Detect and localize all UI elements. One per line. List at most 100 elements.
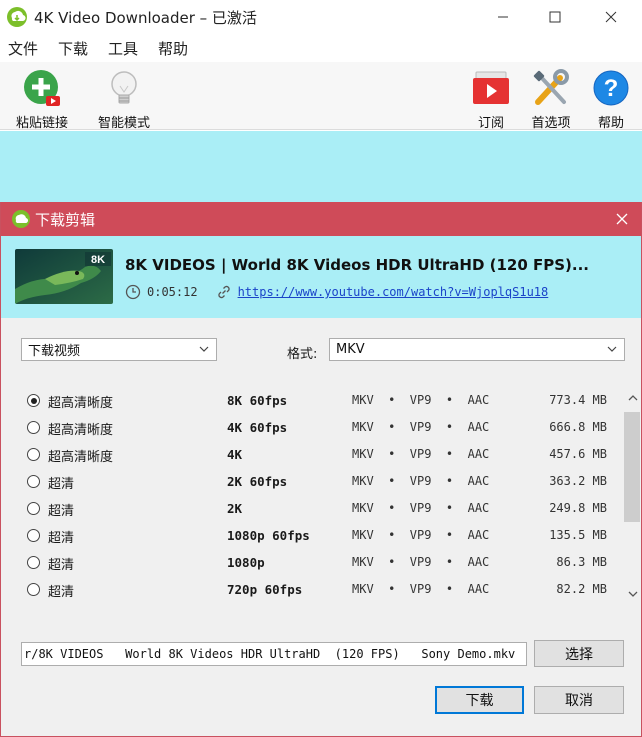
wrench-screwdriver-icon <box>533 69 569 105</box>
size-label: 82.2 MB <box>556 582 607 596</box>
quality-radio[interactable] <box>27 502 40 515</box>
codec-label: MKV • VP9 • AAC <box>352 555 490 569</box>
resolution-label: 8K 60fps <box>227 393 288 408</box>
subscribe-label: 订阅 <box>477 116 504 131</box>
quality-radio[interactable] <box>27 475 40 488</box>
video-title: 8K VIDEOS | World 8K Videos HDR UltraHD … <box>125 256 589 274</box>
size-label: 457.6 MB <box>549 447 607 461</box>
scroll-up-icon[interactable] <box>625 392 641 404</box>
menu-file[interactable]: 文件 <box>8 38 38 59</box>
preferences-button[interactable]: 首选项 <box>519 68 583 131</box>
video-meta: 0:05:12 https://www.youtube.com/watch?v=… <box>125 284 548 300</box>
minimize-button[interactable] <box>480 0 526 34</box>
quality-label: 超高清晰度 <box>48 423 114 438</box>
subscribe-button[interactable]: 订阅 <box>459 68 523 131</box>
codec-label: MKV • VP9 • AAC <box>352 420 490 434</box>
quality-radio[interactable] <box>27 556 40 569</box>
format-select[interactable]: MKV <box>329 338 625 361</box>
resolution-label: 720p 60fps <box>227 582 303 597</box>
help-icon: ? <box>593 70 629 106</box>
action-select[interactable]: 下载视频 <box>21 338 217 361</box>
app-logo-icon <box>12 210 30 228</box>
quality-list: 超高清晰度 8K 60fps MKV • VP9 • AAC 773.4 MB … <box>17 382 641 604</box>
action-select-value: 下载视频 <box>28 344 81 359</box>
quality-row[interactable]: 超清 720p 60fps MKV • VP9 • AAC 82.2 MB <box>17 576 607 603</box>
size-label: 666.8 MB <box>549 420 607 434</box>
format-select-value: MKV <box>336 342 365 357</box>
quality-radio[interactable] <box>27 583 40 596</box>
quality-row[interactable]: 超清 1080p MKV • VP9 • AAC 86.3 MB <box>17 549 607 576</box>
codec-label: MKV • VP9 • AAC <box>352 582 490 596</box>
cancel-button[interactable]: 取消 <box>534 686 624 714</box>
video-thumbnail: 8K <box>15 249 113 304</box>
codec-label: MKV • VP9 • AAC <box>352 447 490 461</box>
dialog-close-button[interactable] <box>611 208 633 230</box>
preferences-label: 首选项 <box>531 116 571 131</box>
format-label: 格式: <box>287 347 318 362</box>
close-button[interactable] <box>588 0 634 34</box>
paste-link-button[interactable]: 粘贴链接 <box>10 68 74 131</box>
paste-link-label: 粘贴链接 <box>15 116 68 131</box>
quality-radio[interactable] <box>27 448 40 461</box>
save-path-input[interactable]: r/8K VIDEOS World 8K Videos HDR UltraHD … <box>21 642 527 666</box>
help-label: 帮助 <box>597 116 624 131</box>
size-label: 363.2 MB <box>549 474 607 488</box>
quality-row[interactable]: 超高清晰度 4K 60fps MKV • VP9 • AAC 666.8 MB <box>17 414 607 441</box>
smart-mode-button[interactable]: 智能模式 <box>92 68 156 131</box>
minimize-icon <box>498 16 508 18</box>
quality-label: 超清 <box>48 531 75 546</box>
codec-label: MKV • VP9 • AAC <box>352 501 490 515</box>
downloads-area <box>0 131 642 203</box>
size-label: 249.8 MB <box>549 501 607 515</box>
quality-row[interactable]: 超清 1080p 60fps MKV • VP9 • AAC 135.5 MB <box>17 522 607 549</box>
lightbulb-icon <box>111 71 137 104</box>
resolution-label: 2K <box>227 501 243 516</box>
maximize-button[interactable] <box>532 0 578 34</box>
menu-help[interactable]: 帮助 <box>158 38 188 59</box>
size-label: 86.3 MB <box>556 555 607 569</box>
scrollbar-thumb[interactable] <box>624 412 640 522</box>
svg-text:?: ? <box>604 75 619 102</box>
title-bar: 4K Video Downloader – 已激活 <box>0 0 642 34</box>
video-info-panel: 8K 8K VIDEOS | World 8K Videos HDR Ultra… <box>1 236 641 318</box>
toolbar: 粘贴链接 智能模式 订阅 首选项 ? 帮助 <box>0 62 642 131</box>
quality-row[interactable]: 超清 2K 60fps MKV • VP9 • AAC 363.2 MB <box>17 468 607 495</box>
quality-row[interactable]: 超高清晰度 8K 60fps MKV • VP9 • AAC 773.4 MB <box>17 387 607 414</box>
quality-label: 超清 <box>48 477 75 492</box>
choose-folder-button[interactable]: 选择 <box>534 640 624 667</box>
size-label: 135.5 MB <box>549 528 607 542</box>
quality-radio[interactable] <box>27 529 40 542</box>
dialog-title: 下载剪辑 <box>35 210 96 229</box>
close-icon <box>616 213 628 225</box>
link-icon <box>217 285 230 299</box>
resolution-label: 2K 60fps <box>227 474 288 489</box>
thumbnail-badge: 8K <box>91 254 105 266</box>
quality-radio[interactable] <box>27 394 40 407</box>
quality-label: 超高清晰度 <box>48 396 114 411</box>
help-button[interactable]: ? 帮助 <box>579 68 642 131</box>
codec-label: MKV • VP9 • AAC <box>352 528 490 542</box>
scroll-down-icon[interactable] <box>625 588 641 600</box>
chevron-down-icon <box>199 346 209 352</box>
menu-tools[interactable]: 工具 <box>108 38 138 59</box>
quality-row[interactable]: 超高清晰度 4K MKV • VP9 • AAC 457.6 MB <box>17 441 607 468</box>
close-icon <box>605 11 617 23</box>
video-duration: 0:05:12 <box>147 285 198 299</box>
quality-label: 超清 <box>48 558 75 573</box>
resolution-label: 1080p <box>227 555 265 570</box>
menu-download[interactable]: 下载 <box>58 38 88 59</box>
resolution-label: 1080p 60fps <box>227 528 310 543</box>
app-logo-icon <box>7 7 27 27</box>
quality-row[interactable]: 超清 2K MKV • VP9 • AAC 249.8 MB <box>17 495 607 522</box>
resolution-label: 4K 60fps <box>227 420 288 435</box>
video-url-link[interactable]: https://www.youtube.com/watch?v=WjoplqS1… <box>238 285 549 299</box>
menu-bar: 文件 下载 工具 帮助 <box>0 34 642 62</box>
quality-label: 超清 <box>48 585 75 600</box>
subscription-icon <box>473 71 509 104</box>
quality-label: 超清 <box>48 504 75 519</box>
quality-label: 超高清晰度 <box>48 450 114 465</box>
maximize-icon <box>549 11 561 23</box>
download-button[interactable]: 下载 <box>435 686 524 714</box>
quality-radio[interactable] <box>27 421 40 434</box>
codec-label: MKV • VP9 • AAC <box>352 393 490 407</box>
